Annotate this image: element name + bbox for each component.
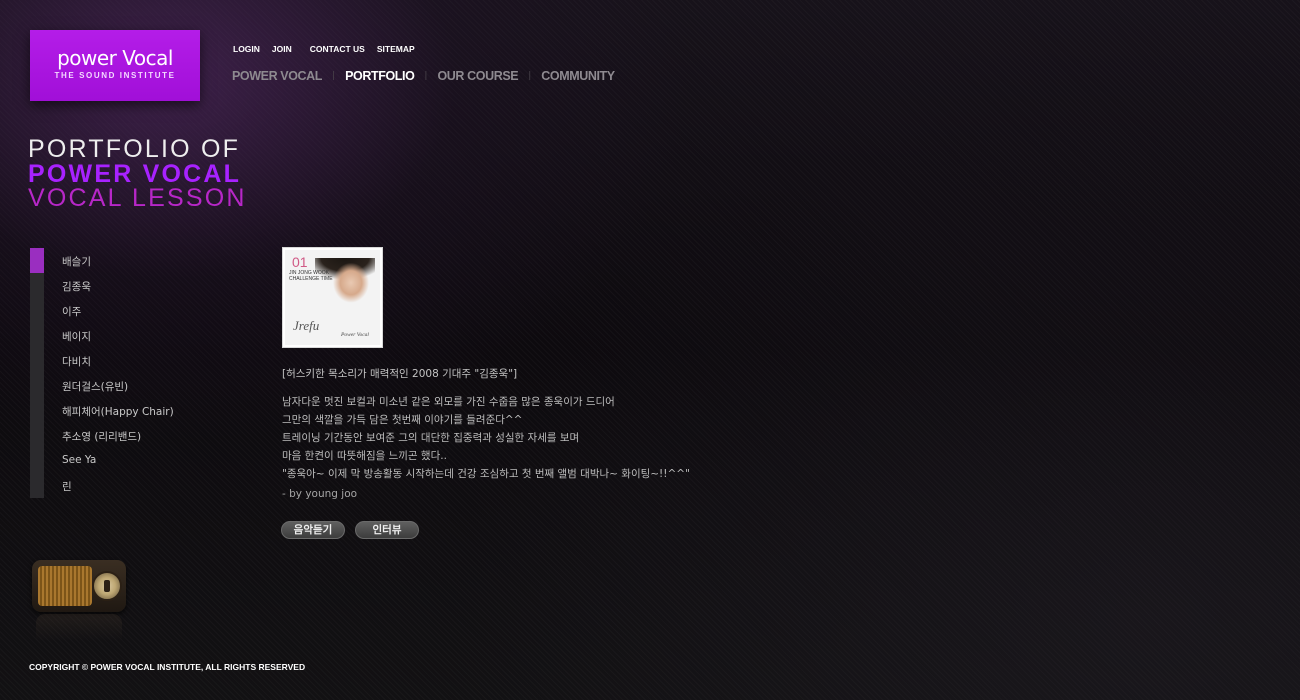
artist-list: 배슬기 김종욱 이주 베이지 다비치 원더걸스(유빈) 해피체어(Happy C… xyxy=(30,248,250,498)
description-line: 그만의 색깔을 가득 담은 첫번째 이야기를 들려준다^^ xyxy=(282,414,523,426)
contact-us-link[interactable]: CONTACT US xyxy=(310,44,365,54)
listen-music-button[interactable]: 음악듣기 xyxy=(281,521,345,539)
artist-label: 다비치 xyxy=(62,356,91,368)
nav-portfolio[interactable]: PORTFOLIO xyxy=(345,69,415,83)
artist-item-beige[interactable]: 베이지 xyxy=(30,323,250,348)
description-line: 트레이닝 기간동안 보여준 그의 대단한 집중력과 성실한 자세를 보며 xyxy=(282,432,580,444)
artist-label: 배슬기 xyxy=(62,256,91,268)
description-byline: - by young joo xyxy=(282,488,358,500)
radio-icon[interactable] xyxy=(32,560,127,650)
album-brand: Power Vocal xyxy=(341,332,369,338)
album-cover[interactable]: 01 JIN JONG WOOK CHALLENGE TIME Jrefu Po… xyxy=(282,247,383,348)
artist-label: 린 xyxy=(62,481,72,493)
hero-line-portfolio-of: PORTFOLIO OF xyxy=(28,135,241,163)
logo-tagline: THE SOUND INSTITUTE xyxy=(54,71,176,80)
album-number: 01 xyxy=(292,254,308,270)
artist-item-see-ya[interactable]: See Ya xyxy=(30,448,250,473)
nav-divider: | xyxy=(528,71,532,81)
item-indicator xyxy=(30,273,44,298)
item-indicator xyxy=(30,373,44,398)
artist-label: 김종욱 xyxy=(62,281,91,293)
hero-line-vocal-lesson: VOCAL LESSON xyxy=(28,184,247,212)
utility-nav: LOGIN JOIN CONTACT US SITEMAP xyxy=(233,44,427,54)
artist-item-kim-jongwook[interactable]: 김종욱 xyxy=(30,273,250,298)
artist-label: 해피체어(Happy Chair) xyxy=(62,406,174,418)
sitemap-link[interactable]: SITEMAP xyxy=(377,44,415,54)
nav-divider: | xyxy=(332,71,336,81)
artist-label: 추소영 (리리밴드) xyxy=(62,431,142,443)
album-art: 01 JIN JONG WOOK CHALLENGE TIME Jrefu Po… xyxy=(285,250,380,345)
main-nav: POWER VOCAL | PORTFOLIO | OUR COURSE | C… xyxy=(232,69,615,83)
item-indicator xyxy=(30,348,44,373)
album-title: JIN JONG WOOK CHALLENGE TIME xyxy=(289,270,333,282)
item-indicator xyxy=(30,398,44,423)
interview-button[interactable]: 인터뷰 xyxy=(355,521,419,539)
artist-description: [허스키한 목소리가 매력적인 2008 기대주 "김종욱"] 남자다운 멋진 … xyxy=(282,366,882,500)
description-line: 마음 한켠이 따뜻해짐을 느끼곤 했다.. xyxy=(282,450,447,462)
artist-item-chu-soyoung[interactable]: 추소영 (리리밴드) xyxy=(30,423,250,448)
nav-divider: | xyxy=(424,71,428,81)
item-indicator xyxy=(30,423,44,448)
item-indicator xyxy=(30,298,44,323)
item-indicator xyxy=(30,473,44,498)
artist-item-happy-chair[interactable]: 해피체어(Happy Chair) xyxy=(30,398,250,423)
radio-reflection xyxy=(36,614,122,648)
page-title: PORTFOLIO OF POWER VOCAL VOCAL LESSON xyxy=(28,137,247,211)
item-indicator xyxy=(30,323,44,348)
artist-label: See Ya xyxy=(62,454,97,466)
radio-knob xyxy=(104,580,110,592)
action-buttons: 음악듣기 인터뷰 xyxy=(281,521,419,539)
album-photo xyxy=(315,258,375,313)
copyright-text: COPYRIGHT © POWER VOCAL INSTITUTE, ALL R… xyxy=(29,662,306,672)
artist-label: 베이지 xyxy=(62,331,91,343)
description-line: "종욱아~ 이제 막 방송활동 시작하는데 건강 조심하고 첫 번째 앨범 대박… xyxy=(282,468,690,480)
logo[interactable]: power Vocal THE SOUND INSTITUTE xyxy=(30,30,200,101)
artist-item-lyn[interactable]: 린 xyxy=(30,473,250,498)
radio-body xyxy=(32,560,126,612)
artist-item-bae-seulgi[interactable]: 배슬기 xyxy=(30,248,250,290)
hero-line-power-vocal: POWER VOCAL xyxy=(28,159,242,188)
artist-label: 원더걸스(유빈) xyxy=(62,381,129,393)
artist-label: 이주 xyxy=(62,306,82,318)
description-headline: [허스키한 목소리가 매력적인 2008 기대주 "김종욱"] xyxy=(282,368,518,380)
nav-our-course[interactable]: OUR COURSE xyxy=(437,69,518,83)
item-indicator xyxy=(30,448,44,473)
logo-wordmark: power Vocal xyxy=(57,46,173,70)
nav-power-vocal[interactable]: POWER VOCAL xyxy=(232,69,322,83)
artist-item-davichi[interactable]: 다비치 xyxy=(30,348,250,373)
nav-community[interactable]: COMMUNITY xyxy=(541,69,615,83)
artist-item-wondergirls[interactable]: 원더걸스(유빈) xyxy=(30,373,250,398)
radio-speaker-grill xyxy=(38,566,92,606)
join-link[interactable]: JOIN xyxy=(272,44,292,54)
artist-item-leeju[interactable]: 이주 xyxy=(30,298,250,323)
album-signature: Jrefu xyxy=(293,318,320,333)
description-line: 남자다운 멋진 보컬과 미소년 같은 외모를 가진 수줍음 많은 종욱이가 드디… xyxy=(282,396,615,408)
login-link[interactable]: LOGIN xyxy=(233,44,260,54)
album-title-line: CHALLENGE TIME xyxy=(289,276,333,282)
